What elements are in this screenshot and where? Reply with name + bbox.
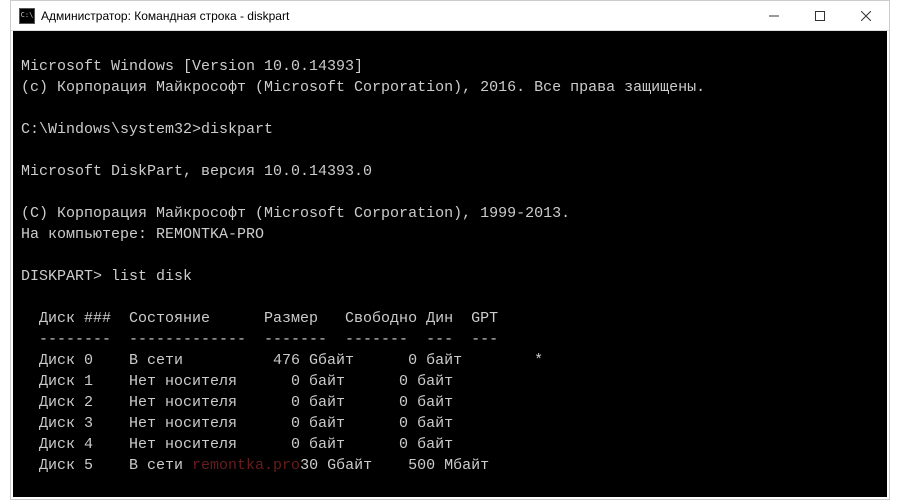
diskpart-copyright-line: (C) Корпорация Майкрософт (Microsoft Cor…	[21, 205, 570, 222]
table-row: Диск 1 Нет носителя 0 байт 0 байт	[21, 373, 453, 390]
window-title: Администратор: Командная строка - diskpa…	[41, 9, 751, 23]
table-row: Диск 3 Нет носителя 0 байт 0 байт	[21, 415, 453, 432]
table-divider: -------- ------------- ------- ------- -…	[21, 331, 498, 348]
table-row: Диск 2 Нет носителя 0 байт 0 байт	[21, 394, 453, 411]
prompt-path: C:\Windows\system32>	[21, 121, 201, 138]
diskpart-prompt-line: DISKPART> list disk	[21, 268, 192, 285]
command-text: list disk	[111, 268, 192, 285]
os-copyright-line: (c) Корпорация Майкрософт (Microsoft Cor…	[21, 79, 705, 96]
terminal-output[interactable]: Microsoft Windows [Version 10.0.14393] (…	[11, 31, 889, 499]
table-row: Диск 0 В сети 476 Gбайт 0 байт *	[21, 352, 543, 369]
diskpart-version-line: Microsoft DiskPart, версия 10.0.14393.0	[21, 163, 372, 180]
command-text: diskpart	[201, 121, 273, 138]
close-button[interactable]	[843, 1, 889, 30]
computer-name-line: На компьютере: REMONTKA-PRO	[21, 226, 264, 243]
window-controls	[751, 1, 889, 30]
minimize-button[interactable]	[751, 1, 797, 30]
maximize-button[interactable]	[797, 1, 843, 30]
watermark-text: remontka.pro	[192, 457, 300, 474]
table-row: Диск 5 В сети remontka.pro30 Gбайт 500 M…	[21, 457, 489, 474]
prompt-line: C:\Windows\system32>diskpart	[21, 121, 273, 138]
table-header: Диск ### Состояние Размер Свободно Дин G…	[21, 310, 498, 327]
prompt-path: DISKPART>	[21, 268, 111, 285]
os-version-line: Microsoft Windows [Version 10.0.14393]	[21, 58, 363, 75]
command-prompt-window: C:\ Администратор: Командная строка - di…	[10, 0, 890, 500]
cmd-icon: C:\	[19, 8, 35, 24]
titlebar[interactable]: C:\ Администратор: Командная строка - di…	[11, 1, 889, 31]
table-row: Диск 4 Нет носителя 0 байт 0 байт	[21, 436, 453, 453]
